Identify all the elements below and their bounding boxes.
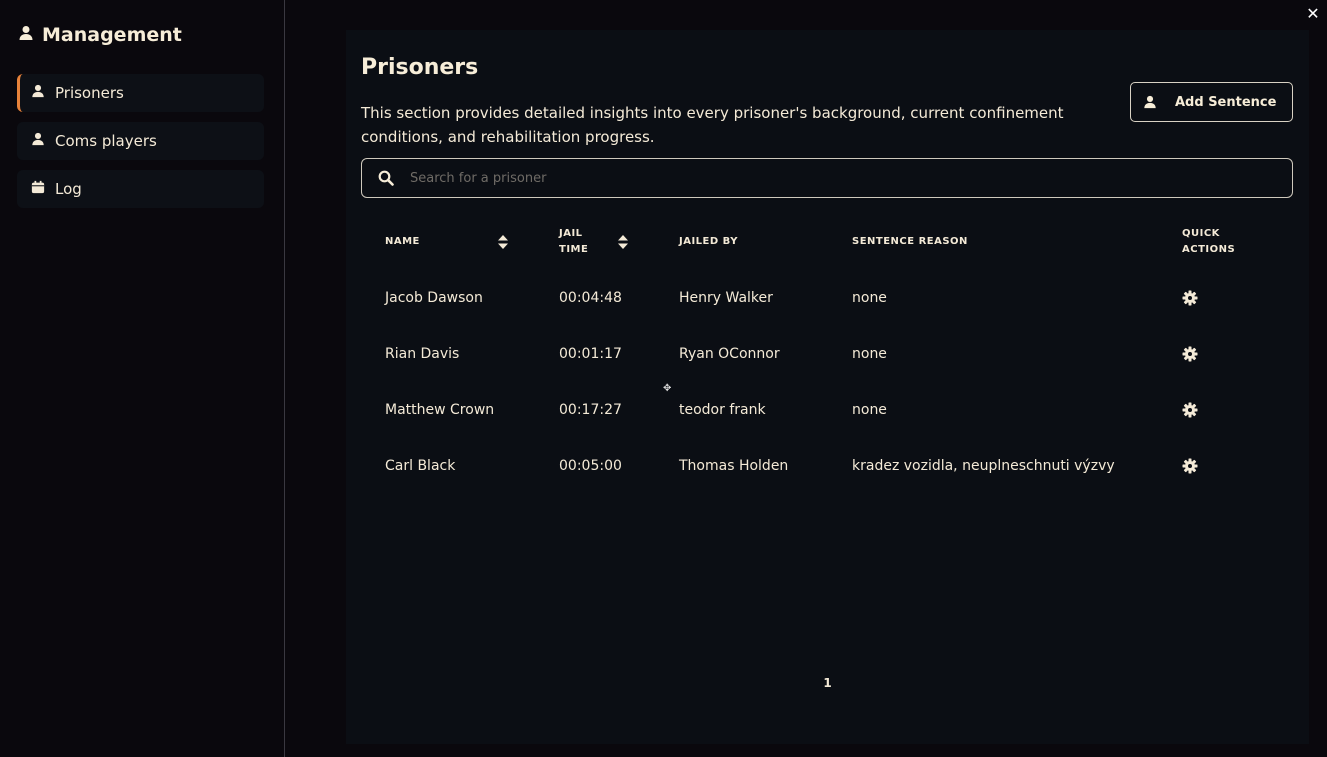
cell-jailed-by: Henry Walker: [679, 290, 773, 306]
main-panel: Prisoners This section provides detailed…: [346, 30, 1309, 744]
gear-icon[interactable]: [1182, 438, 1198, 494]
cell-reason: none: [852, 290, 887, 306]
page-description: This section provides detailed insights …: [361, 104, 1064, 146]
user-icon: [31, 84, 45, 102]
cell-name: Carl Black: [385, 458, 456, 474]
page-title: Prisoners: [361, 55, 479, 80]
cell-name: Jacob Dawson: [385, 290, 483, 306]
add-sentence-label: Add Sentence: [1175, 94, 1277, 110]
prisoners-table: NAME JAIL TIME JAILED BY SENTENCE REASON…: [385, 226, 1285, 494]
header-jail-time[interactable]: JAIL TIME: [559, 226, 599, 258]
sidebar-item-coms-players[interactable]: Coms players: [17, 122, 264, 160]
calendar-icon: [31, 180, 45, 198]
header-jailed-by: JAILED BY: [679, 236, 738, 247]
sidebar-item-label: Prisoners: [55, 84, 124, 102]
sort-icon[interactable]: [498, 235, 508, 249]
cell-jail-time: 00:01:17: [559, 346, 622, 362]
search-icon: [378, 170, 394, 186]
cell-jail-time: 00:04:48: [559, 290, 622, 306]
cell-jailed-by: teodor frank: [679, 402, 766, 418]
table-header: NAME JAIL TIME JAILED BY SENTENCE REASON…: [385, 226, 1285, 258]
table-row: Rian Davis 00:01:17 Ryan OConnor none: [385, 326, 1285, 382]
table-row: Matthew Crown 00:17:27 teodor frank none: [385, 382, 1285, 438]
header-name[interactable]: NAME: [385, 234, 420, 250]
table-row: Jacob Dawson 00:04:48 Henry Walker none: [385, 270, 1285, 326]
sidebar: Management Prisoners Coms players Log: [0, 0, 285, 757]
search-input[interactable]: [408, 169, 1272, 187]
cell-name: Rian Davis: [385, 346, 460, 362]
move-cursor-icon: ✥: [663, 383, 672, 394]
cell-jail-time: 00:17:27: [559, 402, 622, 418]
sidebar-title-text: Management: [42, 24, 182, 46]
sidebar-nav: Prisoners Coms players Log: [17, 74, 264, 218]
sidebar-item-prisoners[interactable]: Prisoners: [17, 74, 264, 112]
add-sentence-button[interactable]: Add Sentence: [1130, 82, 1293, 122]
cell-jailed-by: Ryan OConnor: [679, 346, 780, 362]
gear-icon[interactable]: [1182, 270, 1198, 326]
cell-reason: kradez vozidla, neuplneschnuti výzvy: [852, 458, 1115, 474]
pagination: 1: [346, 676, 1309, 690]
user-icon: [31, 132, 45, 150]
search-bar: [361, 158, 1293, 198]
header-sentence-reason: SENTENCE REASON: [852, 236, 968, 247]
sort-icon[interactable]: [618, 235, 628, 249]
sidebar-item-label: Coms players: [55, 132, 157, 150]
cell-jailed-by: Thomas Holden: [679, 458, 789, 474]
sidebar-item-log[interactable]: Log: [17, 170, 264, 208]
table-row: Carl Black 00:05:00 Thomas Holden kradez…: [385, 438, 1285, 494]
sidebar-item-label: Log: [55, 180, 82, 198]
user-icon: [18, 24, 34, 46]
cell-name: Matthew Crown: [385, 402, 495, 418]
app-root: Management Prisoners Coms players Log ✕ …: [0, 0, 1327, 757]
gear-icon[interactable]: [1182, 326, 1198, 382]
cell-reason: none: [852, 402, 887, 418]
sidebar-title: Management: [18, 24, 182, 46]
header-quick-actions: QUICK ACTIONS: [1182, 228, 1236, 255]
page-number[interactable]: 1: [823, 676, 831, 690]
cell-jail-time: 00:05:00: [559, 458, 622, 474]
close-icon[interactable]: ✕: [1303, 3, 1323, 23]
gear-icon[interactable]: [1182, 382, 1198, 438]
user-icon: [1143, 95, 1157, 109]
cell-reason: none: [852, 346, 887, 362]
